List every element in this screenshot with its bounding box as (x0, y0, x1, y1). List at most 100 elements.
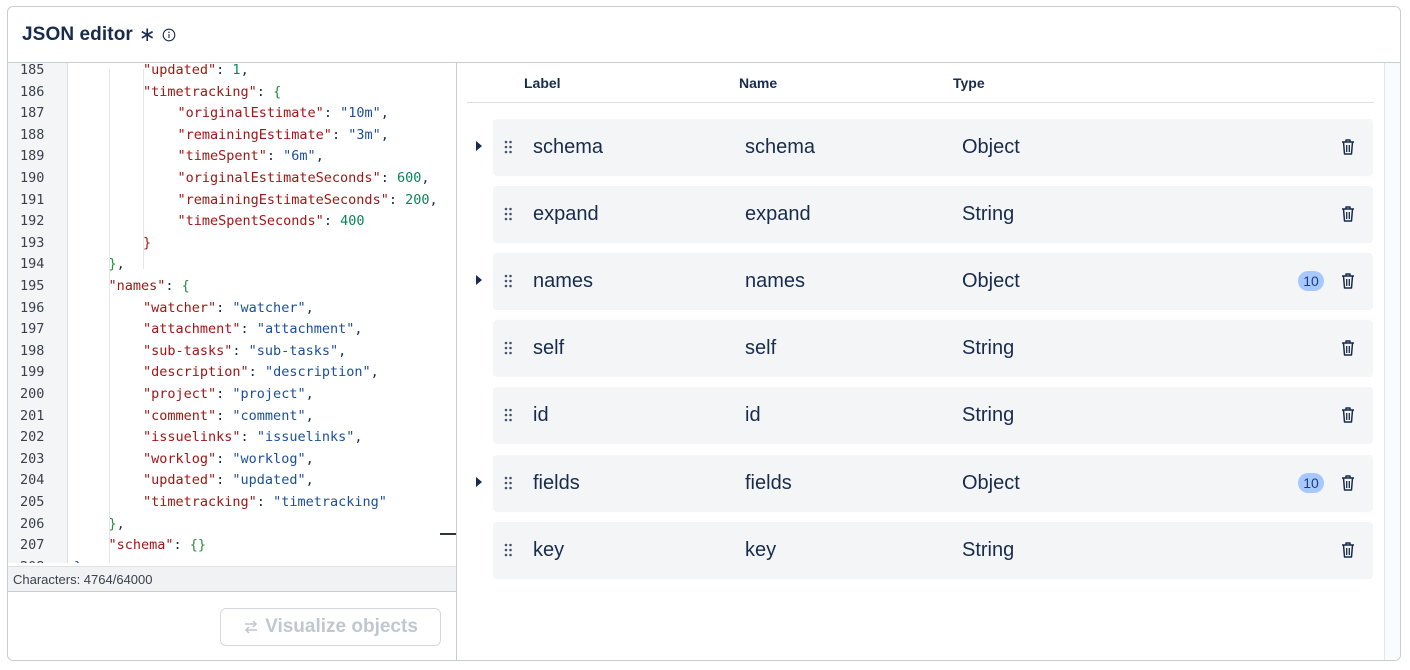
page-title: JSON editor (22, 23, 133, 45)
code-token: "description" (143, 364, 249, 381)
field-row[interactable]: fields fields Object 10 (476, 454, 1373, 512)
code-text: } (143, 233, 151, 255)
code-token: "comment" (143, 407, 217, 424)
table-header: Label Name Type (467, 63, 1374, 103)
visualize-objects-button[interactable]: Visualize objects (220, 608, 441, 646)
code-text: "attachment": "attachment", (143, 319, 363, 341)
code-token: , (116, 515, 125, 532)
code-token: , (429, 191, 438, 208)
expand-caret-icon[interactable] (476, 141, 482, 151)
code-text: "issuelinks": "issuelinks", (143, 427, 363, 449)
line-number: 201 (20, 407, 45, 424)
code-token: "remainingEstimate" (177, 126, 332, 143)
trash-icon[interactable] (1340, 540, 1356, 560)
code-token: , (354, 429, 363, 446)
code-token: "updated" (232, 472, 306, 489)
code-token: "timeSpent" (177, 148, 267, 165)
code-text: "remainingEstimate": "3m", (178, 125, 389, 147)
line-number: 203 (20, 450, 45, 467)
line-number: 194 (20, 256, 45, 273)
code-token: "remainingEstimateSeconds" (177, 191, 389, 208)
code-token: : (216, 407, 233, 424)
code-editor[interactable]: 185 "updated": 1, 186 "timetracking": {187 "… (8, 63, 456, 563)
code-text: }, (109, 514, 125, 536)
code-token: { (181, 278, 190, 294)
code-token: : (173, 537, 190, 554)
drag-handle-icon[interactable] (504, 543, 512, 557)
trash-icon[interactable] (1340, 473, 1356, 493)
indent-guide (143, 69, 144, 269)
code-token: "project" (232, 386, 306, 402)
code-token: , (380, 105, 389, 122)
drag-handle-icon[interactable] (504, 476, 512, 490)
indent-guide (108, 69, 110, 563)
code-line: 186 "timetracking": { (8, 82, 456, 104)
drag-handle-icon[interactable] (504, 408, 512, 422)
drag-handle-icon[interactable] (504, 140, 512, 154)
code-token: "issuelinks" (143, 429, 241, 446)
field-row[interactable]: key key String (493, 521, 1373, 579)
code-token: , (338, 342, 347, 359)
field-name: schema (745, 136, 816, 158)
code-line: 196 "watcher": "watcher", (8, 298, 456, 320)
code-token: : (248, 364, 265, 381)
field-row[interactable]: schema schema Object (476, 119, 1373, 176)
line-number: 208 (20, 557, 60, 563)
trash-icon[interactable] (1340, 137, 1356, 157)
field-name: names (745, 270, 806, 293)
json-code-pane: 185 "updated": 1, 186 "timetracking": {187 "… (8, 63, 457, 660)
code-text: "timetracking": "timetracking" (143, 492, 387, 514)
line-number: 193 (20, 234, 45, 251)
code-token: "updated" (143, 63, 217, 78)
code-line: 202 "issuelinks": "issuelinks", (8, 427, 456, 449)
field-label: key (533, 538, 565, 561)
line-number: 207 (20, 537, 45, 554)
code-text: "originalEstimateSeconds": 600, (178, 168, 430, 190)
code-line: 192 "timeSpentSeconds": 400 (8, 211, 456, 233)
code-line: 203 "worklog": "worklog", (8, 449, 456, 471)
field-row[interactable]: id id String (493, 387, 1373, 445)
code-text: "remainingEstimateSeconds": 200, (178, 190, 438, 212)
code-line: 189 "timeSpent": "6m", (8, 146, 456, 168)
code-token: : (323, 105, 341, 122)
field-row[interactable]: names names Object 10 (476, 253, 1373, 311)
field-type: String (962, 203, 1015, 226)
info-icon[interactable] (162, 28, 176, 42)
code-token: "names" (108, 278, 166, 294)
code-text: } (74, 557, 82, 563)
drag-handle-icon[interactable] (504, 207, 512, 221)
field-label: expand (533, 203, 599, 226)
field-row[interactable]: self self String (493, 320, 1373, 378)
code-token: "3m" (348, 126, 381, 143)
code-token: : (380, 170, 397, 186)
line-number: 200 (20, 386, 45, 402)
code-token: "project" (143, 386, 217, 402)
trash-icon[interactable] (1340, 405, 1356, 425)
code-token: , (305, 386, 314, 402)
code-text: "timetracking": { (143, 82, 281, 104)
drag-handle-icon[interactable] (504, 341, 512, 355)
code-line: 206}, (8, 514, 456, 536)
line-number: 195 (20, 278, 45, 294)
code-text: "names": { (109, 276, 190, 298)
table-scrollbar[interactable] (1384, 63, 1400, 660)
code-token: "timetracking" (143, 494, 257, 510)
editor-scrollbar-thumb[interactable] (440, 533, 456, 535)
code-token: "worklog" (232, 450, 306, 467)
code-text: "watcher": "watcher", (143, 298, 314, 320)
code-token: , (370, 364, 379, 381)
trash-icon[interactable] (1340, 338, 1356, 358)
trash-icon[interactable] (1340, 271, 1356, 291)
visualize-objects-label: Visualize objects (265, 616, 418, 637)
code-token: , (305, 299, 314, 316)
field-row[interactable]: expand expand String (493, 186, 1373, 244)
trash-icon[interactable] (1340, 204, 1356, 224)
expand-caret-icon[interactable] (476, 275, 482, 286)
drag-handle-icon[interactable] (504, 274, 512, 288)
expand-caret-icon[interactable] (476, 476, 482, 487)
code-token: 600 (396, 170, 422, 186)
code-line: 187 "originalEstimate": "10m", (8, 103, 456, 125)
field-type: String (962, 404, 1015, 427)
code-token: "comment" (232, 407, 306, 424)
code-line: 194}, (8, 254, 456, 276)
